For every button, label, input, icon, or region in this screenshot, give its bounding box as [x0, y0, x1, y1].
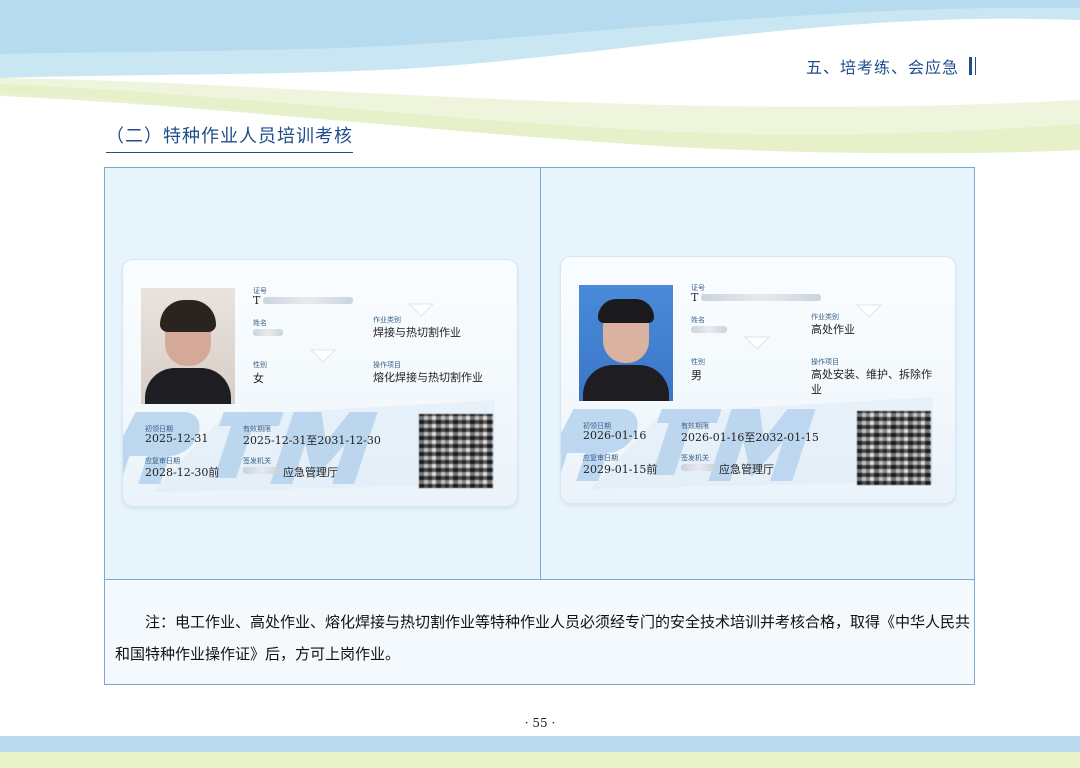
category-value: 焊接与热切割作业	[373, 326, 461, 339]
redacted-name	[691, 326, 727, 333]
category-value: 高处作业	[811, 323, 855, 336]
footer-band-blue	[0, 736, 1080, 752]
id-value: T	[691, 291, 699, 304]
first-date-value: 2025-12-31	[145, 432, 209, 445]
header-bar-mark-thin	[975, 57, 976, 75]
name-label: 姓名	[691, 316, 705, 324]
item-value-line-1: 高处安装、维护、拆除作	[811, 368, 932, 381]
qr-code	[857, 411, 931, 485]
qr-code	[419, 414, 493, 488]
review-date-value: 2028-12-30前	[145, 466, 220, 479]
redacted-id	[263, 297, 353, 304]
validity-value: 2026-01-16至2032-01-15	[681, 431, 819, 444]
validity-value: 2025-12-31至2031-12-30	[243, 434, 381, 447]
issuer-label: 签发机关	[681, 454, 709, 462]
redacted-issuer-region	[243, 467, 281, 474]
page-number: · 55 ·	[524, 716, 556, 730]
gender-value: 男	[691, 369, 702, 382]
first-date-value: 2026-01-16	[583, 429, 647, 442]
certificate-card-1: 证号 T 姓名 性别 女 作业类别 焊接与热切割作业 操作项目 熔化焊接与热切割…	[123, 260, 517, 506]
note-area: 注：电工作业、高处作业、熔化焊接与热切割作业等特种作业人员必须经专门的安全技术培…	[105, 580, 974, 684]
redacted-id	[701, 294, 821, 301]
redacted-name	[253, 329, 283, 336]
item-value: 熔化焊接与热切割作业	[373, 371, 483, 384]
running-header: 五、培考练、会应急	[806, 54, 976, 78]
review-date-value: 2029-01-15前	[583, 463, 658, 476]
certificate-card-2: 证号 T 姓名 性别 男 作业类别 高处作业 操作项目 高处安装、维护、拆除作 …	[561, 257, 955, 503]
issuer-value: 应急管理厅	[719, 463, 774, 476]
running-header-text: 五、培考练、会应急	[805, 58, 959, 77]
issuer-value: 应急管理厅	[283, 466, 338, 479]
holder-photo	[579, 285, 673, 401]
section-title: （二）特种作业人员培训考核	[106, 122, 353, 153]
gender-label: 性别	[691, 358, 705, 366]
issuer-label: 签发机关	[243, 457, 271, 465]
redacted-issuer-region	[681, 464, 717, 471]
frame-divider-vertical	[540, 168, 541, 579]
certificate-frame: 证号 T 姓名 性别 女 作业类别 焊接与热切割作业 操作项目 熔化焊接与热切割…	[104, 167, 975, 685]
id-value: T	[253, 294, 261, 307]
name-label: 姓名	[253, 319, 267, 327]
gender-label: 性别	[253, 361, 267, 369]
gender-value: 女	[253, 372, 264, 385]
item-value-line-2: 业	[811, 383, 822, 396]
holder-photo	[141, 288, 235, 404]
note-text: 注：电工作业、高处作业、熔化焊接与热切割作业等特种作业人员必须经专门的安全技术培…	[115, 613, 971, 663]
footer-band-green	[0, 752, 1080, 768]
header-bar-mark	[969, 57, 972, 75]
